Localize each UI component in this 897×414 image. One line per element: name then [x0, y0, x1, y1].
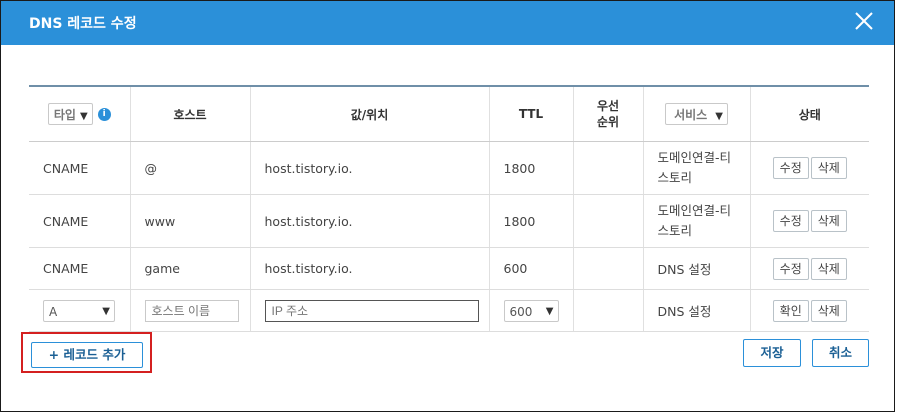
- ip-address-input[interactable]: [264, 299, 479, 322]
- status-cell: 수정 삭제: [749, 141, 869, 195]
- table-row: CNAME game host.tistory.io. 600 DNS 설정 수…: [29, 247, 869, 290]
- status-cell: 확인 삭제: [749, 289, 869, 332]
- dns-record-dialog: DNS 레코드 수정 타입 ▼ i 호스트 값/위치 TTL 우선 순위 서비스…: [0, 0, 895, 412]
- value-cell: host.tistory.io.: [249, 141, 489, 195]
- service-cell: 도메인연결-티스토리: [642, 194, 750, 248]
- ttl-select[interactable]: 600 ▼: [503, 299, 559, 322]
- host-cell: game: [129, 247, 250, 290]
- priority-cell: [572, 289, 643, 332]
- service-cell: DNS 설정: [642, 247, 750, 290]
- chevron-down-icon: ▼: [545, 305, 554, 317]
- table-row: CNAME @ host.tistory.io. 1800 도메인연결-티스토리…: [29, 141, 869, 195]
- host-cell: [129, 289, 250, 332]
- host-header: 호스트: [129, 85, 250, 142]
- value-cell: host.tistory.io.: [249, 194, 489, 248]
- ttl-cell: 600 ▼: [488, 289, 573, 332]
- cancel-button[interactable]: 취소: [812, 339, 869, 367]
- service-cell: DNS 설정: [642, 289, 750, 332]
- value-cell: [249, 289, 489, 332]
- add-record-highlight: + 레코드 추가: [21, 332, 152, 373]
- table-header-row: 타입 ▼ i 호스트 값/위치 TTL 우선 순위 서비스 ▼ 상태: [29, 85, 869, 142]
- type-header: 타입 ▼ i: [29, 85, 130, 142]
- dialog-title: DNS 레코드 수정: [29, 16, 137, 32]
- status-cell: 수정 삭제: [749, 194, 869, 248]
- host-cell: @: [129, 141, 250, 195]
- new-record-row: A▼ 600▼ DNS 설정 확인삭제: [29, 289, 869, 332]
- type-cell: A ▼: [29, 289, 130, 332]
- chevron-down-icon: ▼: [102, 305, 110, 317]
- ttl-cell: 600: [488, 247, 573, 290]
- add-record-button[interactable]: + 레코드 추가: [31, 342, 143, 368]
- type-filter-select[interactable]: 타입 ▼: [47, 103, 93, 125]
- new-type-select[interactable]: A ▼: [43, 299, 115, 322]
- priority-header: 우선 순위: [572, 85, 643, 142]
- status-header: 상태: [749, 85, 869, 142]
- ttl-cell: 1800: [488, 194, 573, 248]
- service-header: 서비스 ▼: [642, 85, 750, 142]
- host-name-input[interactable]: [144, 299, 239, 322]
- value-cell: host.tistory.io.: [249, 247, 489, 290]
- delete-button[interactable]: 삭제: [810, 157, 847, 179]
- host-cell: www: [129, 194, 250, 248]
- delete-button[interactable]: 삭제: [810, 299, 847, 322]
- delete-button[interactable]: 삭제: [810, 210, 847, 232]
- ttl-header: TTL: [488, 85, 573, 142]
- info-icon[interactable]: i: [97, 107, 111, 121]
- save-button[interactable]: 저장: [743, 339, 801, 367]
- type-cell: CNAME: [29, 194, 130, 248]
- ttl-cell: 1800: [488, 141, 573, 195]
- priority-cell: [572, 141, 643, 195]
- status-cell: 수정 삭제: [749, 247, 869, 290]
- edit-button[interactable]: 수정: [772, 257, 809, 280]
- dns-record-table: 타입 ▼ i 호스트 값/위치 TTL 우선 순위 서비스 ▼ 상태 CNAME @ …: [29, 85, 869, 332]
- edit-button[interactable]: 수정: [772, 210, 809, 232]
- delete-button[interactable]: 삭제: [810, 257, 847, 280]
- dialog-titlebar: DNS 레코드 수정: [1, 1, 894, 45]
- service-cell: 도메인연결-티스토리: [642, 141, 750, 195]
- type-cell: CNAME: [29, 247, 130, 290]
- edit-button[interactable]: 수정: [772, 157, 809, 179]
- chevron-down-icon: ▼: [79, 111, 88, 122]
- priority-header-label: 우선 순위: [596, 99, 620, 129]
- close-icon[interactable]: [852, 9, 876, 33]
- service-filter-select[interactable]: 서비스 ▼: [665, 103, 728, 125]
- type-cell: CNAME: [29, 141, 130, 195]
- chevron-down-icon: ▼: [715, 111, 723, 122]
- table-row: CNAME www host.tistory.io. 1800 도메인연결-티스…: [29, 194, 869, 248]
- confirm-button[interactable]: 확인: [772, 299, 809, 322]
- priority-cell: [572, 194, 643, 248]
- priority-cell: [572, 247, 643, 290]
- value-header: 값/위치: [249, 85, 489, 142]
